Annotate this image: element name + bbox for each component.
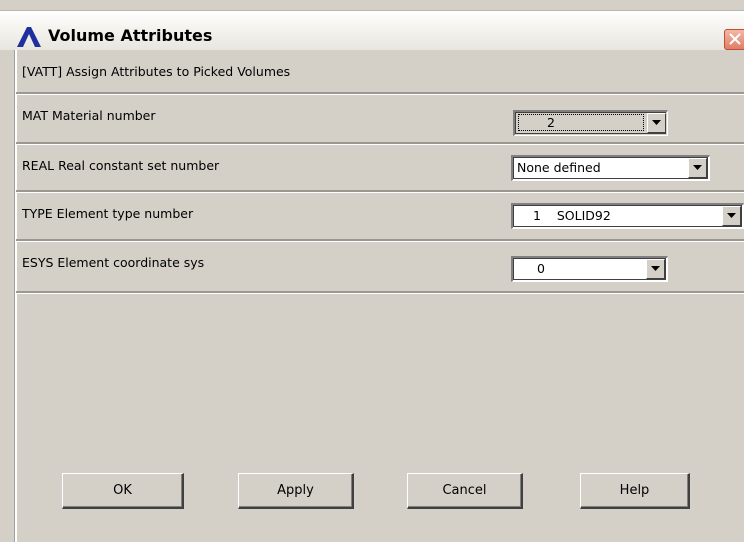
help-button[interactable]: Help: [580, 473, 690, 509]
chevron-down-icon: [652, 120, 661, 125]
apply-button[interactable]: Apply: [238, 473, 354, 509]
real-label: REAL Real constant set number: [22, 158, 220, 173]
esys-dropdown-button[interactable]: [646, 259, 665, 279]
focus-rect: [518, 114, 644, 131]
title-bar[interactable]: Volume Attributes: [0, 10, 744, 50]
mat-dropdown[interactable]: 2: [513, 110, 668, 136]
type-label: TYPE Element type number: [22, 206, 194, 221]
type-dropdown[interactable]: 1 SOLID92: [511, 203, 744, 229]
cancel-button[interactable]: Cancel: [407, 473, 523, 509]
esys-dropdown[interactable]: 0: [511, 256, 668, 282]
volume-attributes-dialog: Volume Attributes [VATT] Assign Attribut…: [0, 0, 744, 542]
ok-button[interactable]: OK: [62, 473, 184, 509]
chevron-down-icon: [727, 213, 736, 218]
type-value: 1 SOLID92: [533, 208, 611, 223]
esys-label: ESYS Element coordinate sys: [22, 255, 205, 270]
ansys-lambda-icon: [17, 27, 41, 47]
window-title: Volume Attributes: [48, 26, 213, 45]
real-value: None defined: [517, 160, 601, 175]
chevron-down-icon: [651, 266, 660, 271]
real-dropdown-button[interactable]: [688, 158, 707, 178]
close-icon: [729, 33, 741, 45]
mat-label: MAT Material number: [22, 108, 156, 123]
command-header-row: [VATT] Assign Attributes to Picked Volum…: [16, 52, 744, 94]
mat-dropdown-button[interactable]: [647, 113, 666, 133]
real-dropdown[interactable]: None defined: [511, 155, 710, 181]
chevron-down-icon: [693, 165, 702, 170]
esys-value: 0: [537, 261, 545, 276]
type-dropdown-button[interactable]: [722, 206, 741, 226]
close-button[interactable]: [724, 29, 744, 50]
mat-value: 2: [547, 115, 555, 130]
command-header-label: [VATT] Assign Attributes to Picked Volum…: [22, 64, 291, 79]
